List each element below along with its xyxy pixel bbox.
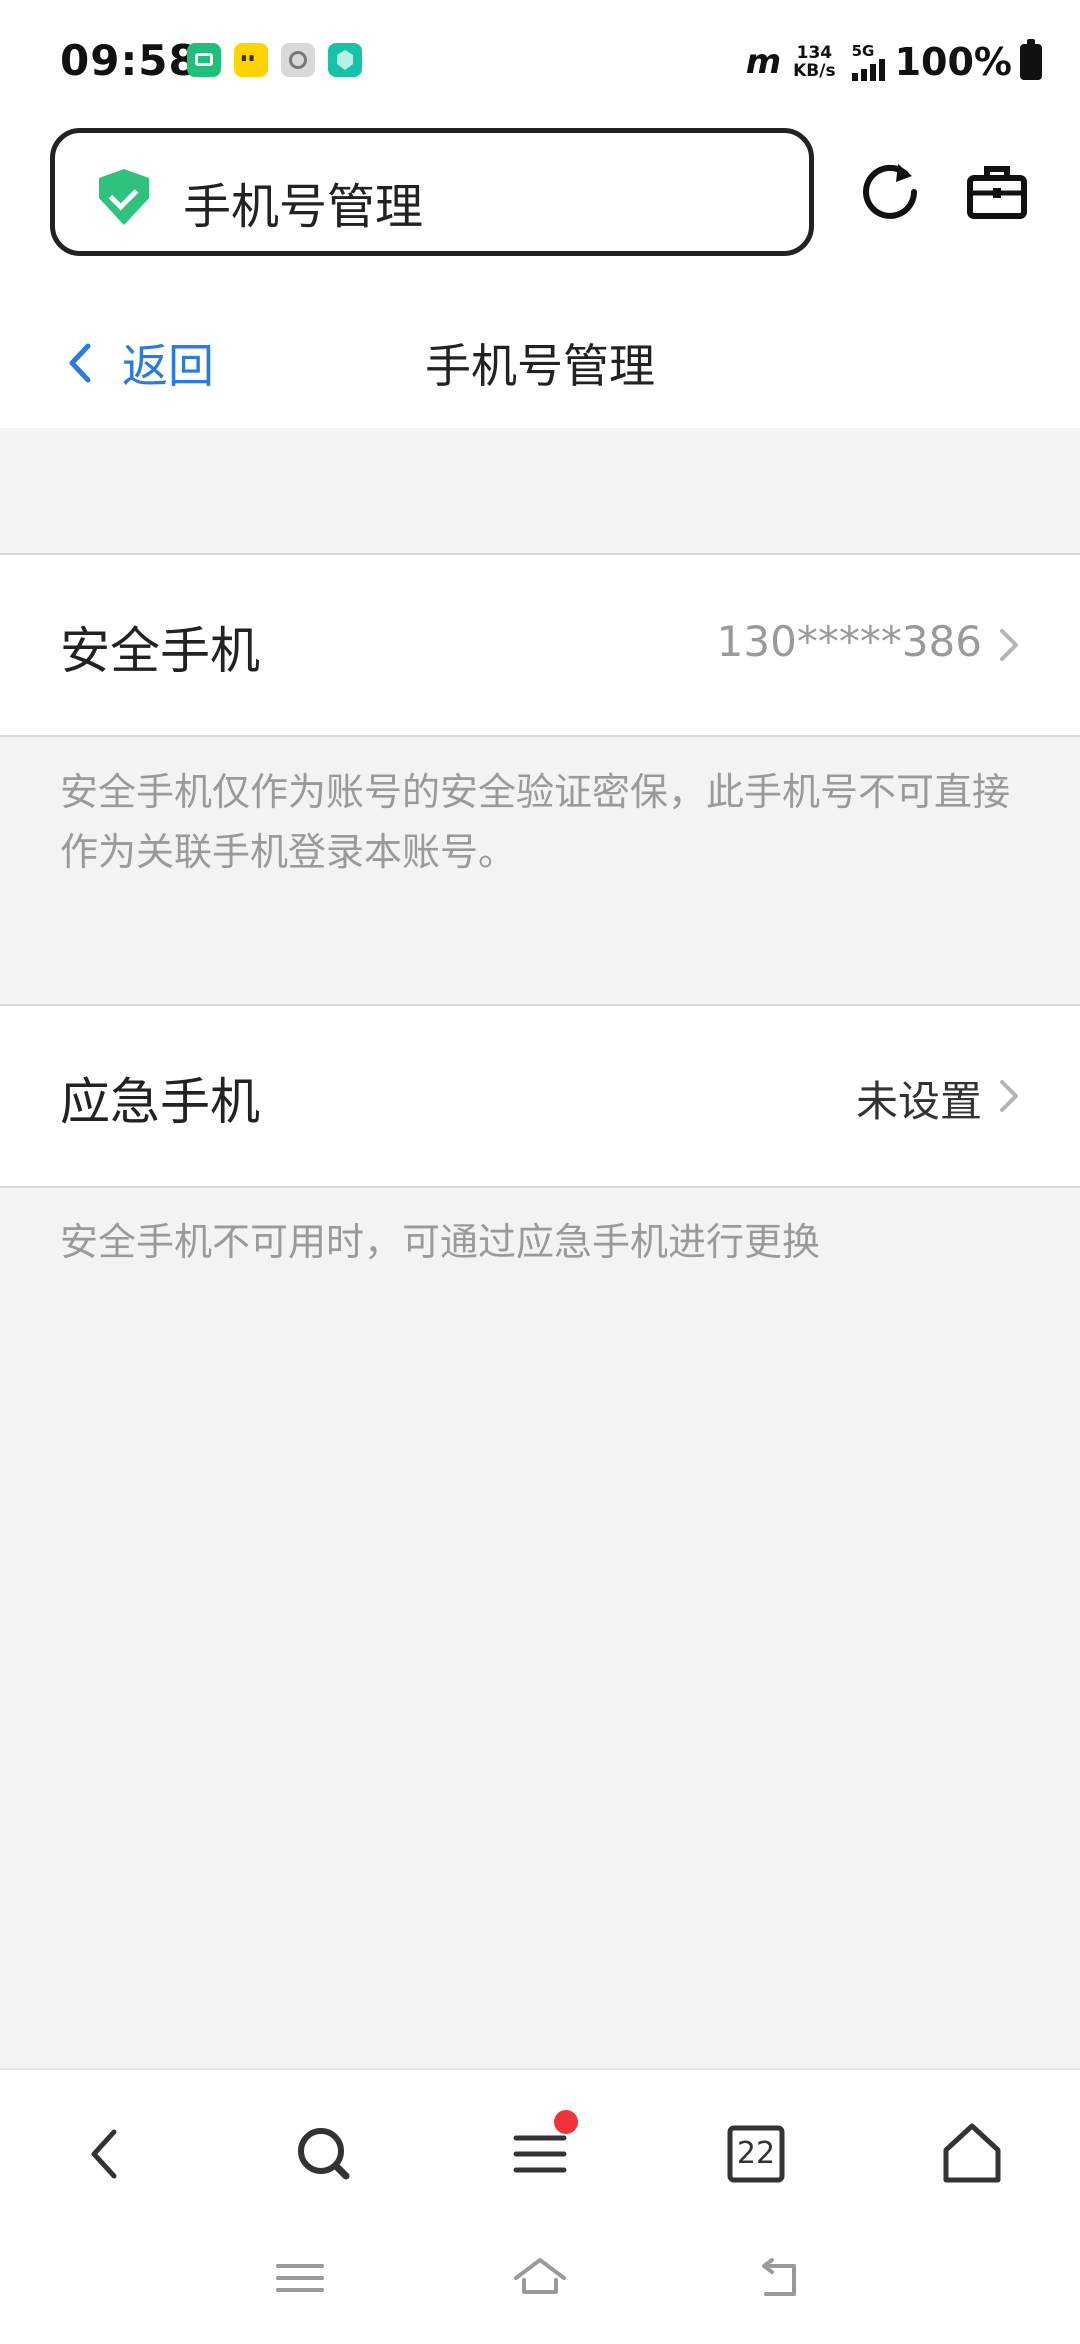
reload-icon[interactable] <box>858 160 922 224</box>
network-type: 5G <box>851 42 875 60</box>
security-phone-label: 安全手机 <box>60 622 260 680</box>
status-time: 09:58 <box>60 36 199 85</box>
emergency-phone-row[interactable]: 应急手机 未设置 <box>0 1004 1080 1188</box>
security-phone-value: 130*****386 <box>716 617 982 666</box>
signal-group: 5G <box>851 42 885 81</box>
security-phone-hint: 安全手机仅作为账号的安全验证密保，此手机号不可直接作为关联手机登录本账号。 <box>60 770 1011 874</box>
emergency-phone-label: 应急手机 <box>60 1073 260 1131</box>
url-text: 手机号管理 <box>183 179 424 235</box>
notification-app-icon-4 <box>328 43 362 77</box>
notification-app-icon-1 <box>187 43 221 77</box>
shield-check-icon <box>99 169 149 225</box>
emergency-phone-value: 未设置 <box>855 1077 982 1126</box>
signal-bars-icon <box>851 59 885 81</box>
security-phone-row[interactable]: 安全手机 130*****386 <box>0 553 1080 737</box>
notification-settings-icon <box>281 43 315 77</box>
battery-icon <box>1020 39 1042 80</box>
network-speed-value: 134 <box>796 43 833 63</box>
notification-app-icon-2 <box>234 43 268 77</box>
toolbox-icon[interactable] <box>965 160 1029 224</box>
status-right-group: m 134 KB/s 5G 100% <box>746 32 1042 92</box>
nav-home-icon[interactable] <box>932 2114 1012 2194</box>
system-home-icon[interactable] <box>510 2248 570 2308</box>
page-title: 手机号管理 <box>425 339 655 393</box>
nav-back-icon[interactable] <box>66 2114 146 2194</box>
menu-notification-badge <box>554 2110 578 2134</box>
nav-search-icon[interactable] <box>284 2114 364 2194</box>
chevron-right-icon <box>1000 629 1018 661</box>
network-speed: 134 KB/s <box>793 44 835 80</box>
nav-tabs-button[interactable]: 22 <box>716 2114 796 2194</box>
tabs-count: 22 <box>736 2136 776 2171</box>
network-speed-unit: KB/s <box>793 61 836 81</box>
status-bar: 09:58 m 134 KB/s 5G 100% <box>0 0 1080 118</box>
system-recents-icon[interactable] <box>270 2248 330 2308</box>
url-bar[interactable]: 手机号管理 <box>50 128 814 256</box>
system-back-icon[interactable] <box>750 2248 810 2308</box>
emergency-phone-hint: 安全手机不可用时，可通过应急手机进行更换 <box>60 1220 821 1264</box>
chevron-right-icon <box>1000 1080 1018 1112</box>
battery-percent: 100% <box>894 40 1012 84</box>
carrier-m-icon: m <box>745 42 782 82</box>
